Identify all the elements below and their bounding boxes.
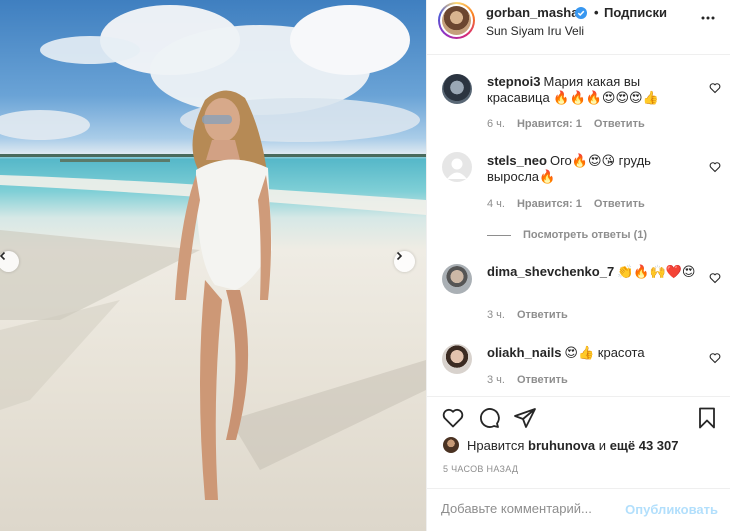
comment-time: 4 ч. — [487, 198, 505, 210]
heart-icon[interactable] — [709, 272, 721, 284]
avatar[interactable] — [442, 264, 472, 294]
post-actions-bar — [427, 396, 730, 436]
comment-likes-count[interactable]: Нравится: 1 — [517, 198, 582, 210]
more-options-icon[interactable] — [700, 10, 716, 26]
author-username[interactable]: gorban_masha — [486, 5, 578, 20]
replies-divider — [487, 234, 511, 236]
likes-prefix: Нравится — [467, 437, 525, 453]
comment-text: 😍👍 красота — [564, 345, 645, 360]
comment-username[interactable]: dima_shevchenko_7 — [487, 264, 614, 279]
reply-button[interactable]: Ответить — [517, 309, 568, 321]
avatar[interactable] — [442, 74, 472, 104]
comment-username[interactable]: stels_neo — [487, 153, 547, 168]
comment-username[interactable]: stepnoi3 — [487, 74, 540, 89]
publish-button[interactable]: Опубликовать — [625, 502, 718, 517]
next-photo-button[interactable] — [394, 251, 415, 272]
reply-button[interactable]: Ответить — [594, 198, 645, 210]
add-comment-area: Опубликовать — [427, 488, 730, 531]
avatar[interactable] — [442, 344, 472, 374]
comment-icon[interactable] — [477, 406, 501, 430]
post-header: gorban_masha • Подписки Sun Siyam Iru Ve… — [427, 0, 730, 55]
heart-icon[interactable] — [709, 82, 721, 94]
heart-icon[interactable] — [441, 406, 465, 430]
paper-plane-icon[interactable] — [513, 406, 537, 430]
post-timestamp[interactable]: 5 ЧАСОВ НАЗАД — [443, 464, 518, 474]
comment-text: 👏🔥🙌❤️😍 — [617, 264, 696, 279]
heart-icon[interactable] — [709, 161, 721, 173]
likes-others-count[interactable]: ещё 43 307 — [610, 438, 679, 453]
heart-icon[interactable] — [709, 352, 721, 364]
comment-meta: 3 ч. Ответить — [487, 309, 580, 321]
bookmark-icon[interactable] — [695, 406, 719, 430]
beach-photo-image — [0, 5, 426, 500]
comment-meta: 4 ч. Нравится: 1 Ответить — [487, 198, 657, 210]
post-photo[interactable] — [0, 0, 426, 531]
verified-badge-icon — [575, 7, 587, 19]
post-details-panel: gorban_masha • Подписки Sun Siyam Iru Ve… — [426, 0, 730, 531]
avatar[interactable] — [442, 152, 472, 182]
comment-input[interactable] — [441, 501, 621, 516]
author-avatar[interactable] — [438, 2, 475, 39]
view-replies-label: Посмотреть ответы (1) — [523, 229, 648, 241]
reply-button[interactable]: Ответить — [594, 118, 645, 130]
liker-username[interactable]: bruhunova — [528, 438, 595, 453]
liker-avatar[interactable] — [443, 437, 459, 453]
comment-username[interactable]: oliakh_nails — [487, 345, 561, 360]
comment-meta: 6 ч. Нравится: 1 Ответить — [487, 118, 657, 130]
reply-button[interactable]: Ответить — [517, 374, 568, 386]
post-location[interactable]: Sun Siyam Iru Veli — [486, 24, 584, 38]
default-avatar-icon — [447, 158, 467, 179]
likes-summary: Нравится bruhunova и ещё 43 307 — [443, 437, 679, 453]
comment-time: 6 ч. — [487, 118, 505, 130]
comment-time: 3 ч. — [487, 309, 505, 321]
likes-conjunction: и — [598, 437, 607, 453]
view-replies-button[interactable]: Посмотреть ответы (1) — [487, 229, 647, 241]
comment-time: 3 ч. — [487, 374, 505, 386]
comment-meta: 3 ч. Ответить — [487, 374, 580, 386]
chevron-left-icon — [0, 251, 6, 261]
chevron-right-icon — [396, 251, 403, 261]
following-button[interactable]: Подписки — [604, 5, 667, 20]
comment-likes-count[interactable]: Нравится: 1 — [517, 118, 582, 130]
separator-dot: • — [594, 5, 599, 20]
